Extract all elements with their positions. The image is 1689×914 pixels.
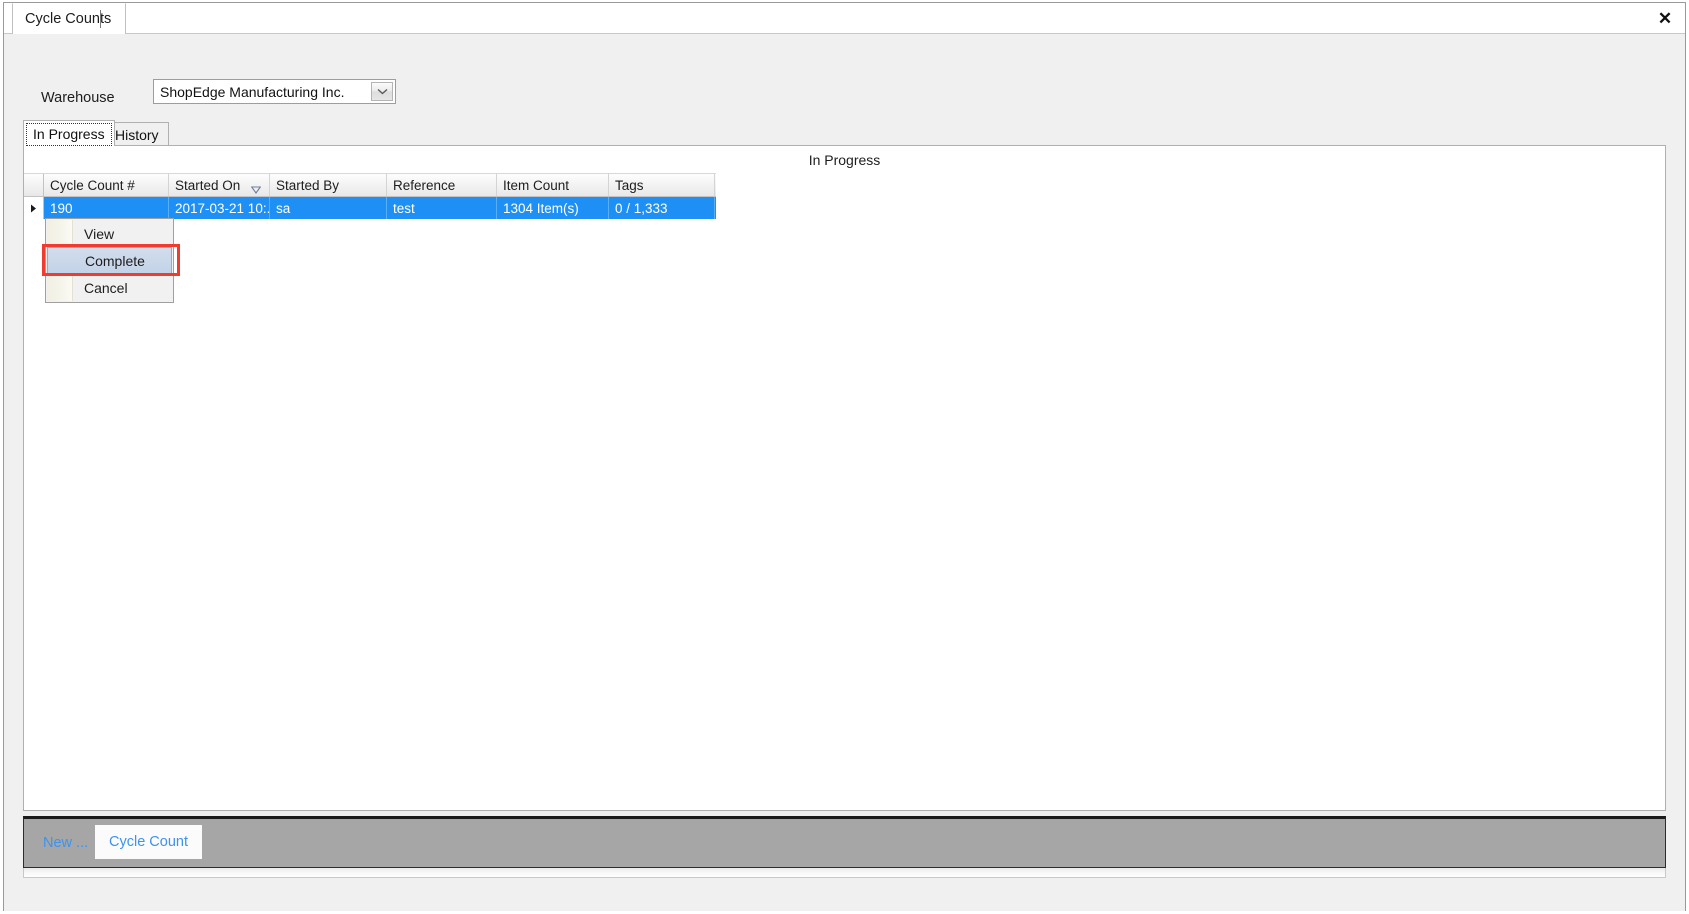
cell-reference: test: [387, 197, 497, 219]
in-progress-panel: In Progress Cycle Count # Started On Sta…: [23, 145, 1666, 811]
bottom-toolbar: New ... Cycle Count: [23, 816, 1666, 868]
sort-descending-icon: [250, 182, 262, 196]
warehouse-combobox[interactable]: ShopEdge Manufacturing Inc.: [153, 79, 396, 104]
column-header-tags[interactable]: Tags: [609, 174, 715, 196]
window-frame: Cycle Counts ✕ Warehouse ShopEdge Manufa…: [3, 2, 1686, 911]
tab-strip-divider: [100, 10, 101, 28]
column-header-reference[interactable]: Reference: [387, 174, 497, 196]
document-tab-label: Cycle Counts: [25, 11, 112, 27]
tab-in-progress-label: In Progress: [33, 125, 105, 142]
tab-history-label: History: [115, 126, 159, 143]
context-menu: View Complete Cancel: [45, 218, 174, 303]
menu-item-label: Cancel: [84, 279, 128, 296]
inner-tab-bar: In Progress History: [23, 112, 1666, 146]
menu-item-cancel[interactable]: Cancel: [46, 274, 173, 301]
column-header-label: Cycle Count #: [50, 177, 135, 193]
bottom-shelf: [23, 868, 1666, 878]
menu-item-label: View: [84, 225, 115, 242]
column-header-label: Started By: [276, 177, 340, 193]
new-cycle-count-button[interactable]: Cycle Count: [95, 825, 202, 859]
column-header-label: Reference: [393, 177, 456, 193]
cycle-counts-grid: Cycle Count # Started On Started By Refe…: [24, 173, 716, 219]
column-header-started-by[interactable]: Started By: [270, 174, 387, 196]
column-header-label: Item Count: [503, 177, 570, 193]
menu-item-complete[interactable]: Complete: [47, 247, 172, 274]
application-window: Cycle Counts ✕ Warehouse ShopEdge Manufa…: [0, 0, 1689, 914]
close-x-icon[interactable]: ✕: [1654, 7, 1676, 29]
cell-started-on: 2017-03-21 10:...: [169, 197, 270, 219]
cell-cycle-count-number: 190: [44, 197, 169, 219]
document-tab-cycle-counts[interactable]: Cycle Counts: [12, 3, 127, 34]
tab-in-progress[interactable]: In Progress: [23, 120, 115, 146]
column-header-item-count[interactable]: Item Count: [497, 174, 609, 196]
table-row[interactable]: 190 2017-03-21 10:... sa test 1304 Item(…: [24, 197, 716, 219]
grid-header-row: Cycle Count # Started On Started By Refe…: [24, 173, 716, 197]
menu-item-label: Complete: [85, 252, 145, 269]
cell-tags: 0 / 1,333: [609, 197, 715, 219]
column-header-label: Tags: [615, 177, 644, 193]
row-arrow-icon: [24, 197, 44, 219]
column-header-label: Started On: [175, 177, 241, 193]
row-indicator-header: [24, 174, 44, 196]
column-header-started-on[interactable]: Started On: [169, 174, 270, 196]
panel-title: In Progress: [808, 152, 881, 168]
content-area: Warehouse ShopEdge Manufacturing Inc. In…: [4, 34, 1685, 911]
cell-item-count: 1304 Item(s): [497, 197, 609, 219]
cell-started-by: sa: [270, 197, 387, 219]
warehouse-label: Warehouse: [41, 90, 115, 106]
warehouse-combobox-value: ShopEdge Manufacturing Inc.: [160, 83, 345, 100]
column-header-cycle-count-number[interactable]: Cycle Count #: [44, 174, 169, 196]
new-label[interactable]: New ...: [43, 835, 88, 851]
menu-item-view[interactable]: View: [46, 220, 173, 247]
chevron-down-icon[interactable]: [371, 82, 393, 101]
document-tab-strip: Cycle Counts ✕: [4, 3, 1685, 34]
